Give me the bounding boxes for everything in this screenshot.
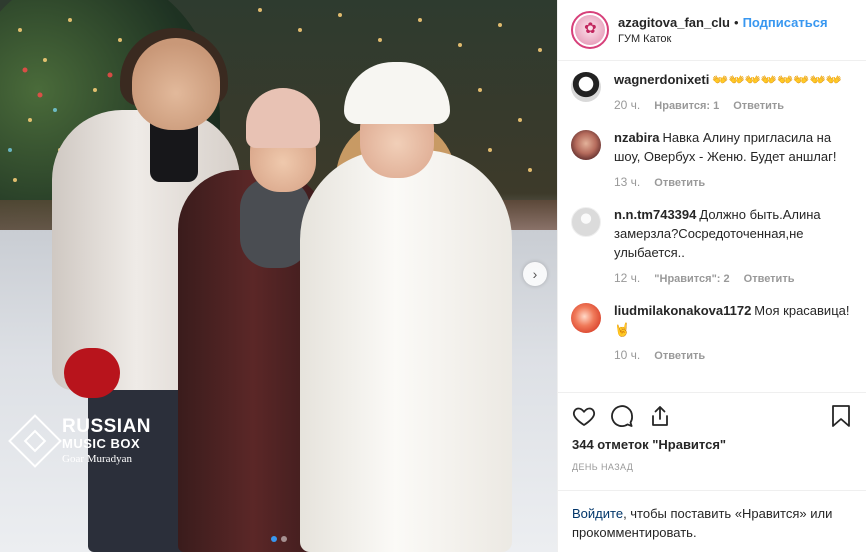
heart-icon[interactable]	[572, 404, 596, 428]
author-username[interactable]: azagitova_fan_club	[618, 15, 730, 30]
reply-button[interactable]: Ответить	[733, 97, 784, 116]
carousel-dot	[270, 536, 277, 542]
red-mitten	[64, 348, 120, 398]
comment-item: liudmilakonakova1172 Моя красавица!🤘 10 ч…	[558, 301, 866, 378]
login-prompt: Войдите, чтобы поставить «Нравится» или …	[558, 490, 866, 552]
commenter-username[interactable]: liudmilakonakova1172	[614, 303, 751, 318]
share-icon[interactable]	[648, 404, 672, 428]
commenter-avatar[interactable]	[571, 72, 601, 102]
chevron-right-icon: ›	[532, 266, 538, 282]
carousel-dot	[280, 536, 287, 542]
post-date[interactable]: ДЕНЬ НАЗАД	[572, 462, 852, 472]
post-actions: 344 отметок "Нравится" ДЕНЬ НАЗАД	[558, 392, 866, 490]
reply-button[interactable]: Ответить	[744, 270, 795, 289]
reply-button[interactable]: Ответить	[654, 347, 705, 366]
watermark-logo-icon	[8, 414, 62, 468]
commenter-avatar[interactable]	[571, 130, 601, 160]
follow-button[interactable]: Подписаться	[743, 15, 828, 30]
comment-icon[interactable]	[610, 404, 634, 428]
login-link[interactable]: Войдите	[572, 506, 623, 521]
bookmark-icon[interactable]	[830, 404, 852, 428]
comment-item: nzabira Навка Алину пригласила на шоу, Ов…	[558, 128, 866, 205]
post-location[interactable]: ГУМ Каток	[618, 33, 828, 45]
next-photo-button[interactable]: ›	[523, 262, 547, 286]
post-photo[interactable]: RUSSIAN MUSIC BOX Goar Muradyan ›	[0, 0, 557, 552]
woman-fur-hat	[344, 62, 450, 124]
watermark-line-3: Goar Muradyan	[62, 453, 132, 465]
comment-text: 👐👐👐👐👐👐👐👐	[712, 72, 842, 87]
comment-likes[interactable]: "Нравится": 2	[654, 270, 729, 289]
comment-time[interactable]: 12 ч.	[614, 269, 640, 288]
commenter-avatar[interactable]	[571, 207, 601, 237]
comment-time[interactable]: 13 ч.	[614, 173, 640, 192]
comment-time[interactable]: 20 ч.	[614, 96, 640, 115]
comment-time[interactable]: 10 ч.	[614, 346, 640, 365]
man-face	[132, 38, 220, 130]
author-avatar[interactable]	[571, 11, 609, 49]
reply-button[interactable]: Ответить	[654, 174, 705, 193]
comment-item: wagnerdonixeti 👐👐👐👐👐👐👐👐 20 ч. Нравится: 1…	[558, 70, 866, 128]
commenter-username[interactable]: n.n.tm743394	[614, 207, 696, 222]
commenter-username[interactable]: nzabira	[614, 130, 660, 145]
comment-likes[interactable]: Нравится: 1	[654, 97, 719, 116]
watermark: RUSSIAN MUSIC BOX Goar Muradyan	[8, 414, 152, 468]
post-header: azagitova_fan_club • Подписаться ГУМ Кат…	[558, 0, 866, 61]
instagram-post: RUSSIAN MUSIC BOX Goar Muradyan › azagit…	[0, 0, 866, 552]
commenter-username[interactable]: wagnerdonixeti	[614, 72, 709, 87]
watermark-line-2: MUSIC BOX	[62, 436, 141, 451]
post-side-panel: azagitova_fan_club • Подписаться ГУМ Кат…	[557, 0, 866, 552]
comments-list[interactable]: wagnerdonixeti 👐👐👐👐👐👐👐👐 20 ч. Нравится: 1…	[558, 61, 866, 392]
likes-count[interactable]: 344 отметок "Нравится"	[572, 437, 852, 452]
carousel-indicator	[0, 536, 557, 542]
commenter-avatar[interactable]	[571, 303, 601, 333]
woman-fur-coat	[300, 150, 512, 552]
header-separator: •	[734, 15, 739, 30]
watermark-line-1: RUSSIAN	[62, 416, 152, 437]
girl-hat	[246, 88, 320, 148]
comment-item: n.n.tm743394 Должно быть.Алина замерзла?С…	[558, 205, 866, 301]
